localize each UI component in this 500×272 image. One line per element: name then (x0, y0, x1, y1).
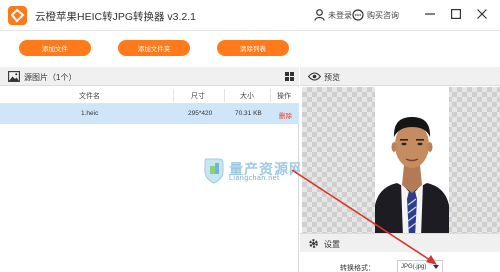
login-label: 未登录 (328, 10, 352, 20)
settings-header: 设置 (300, 233, 500, 252)
maximize-icon (451, 9, 461, 19)
close-button[interactable] (475, 6, 489, 22)
add-file-button[interactable]: 添加文件 (19, 40, 91, 56)
preview-title: 预览 (324, 73, 340, 82)
window-title: 云橙苹果HEIC转JPG转换器 v3.2.1 (35, 11, 197, 23)
preview-header: 预览 (300, 67, 500, 86)
format-label: 转换格式： (340, 265, 375, 272)
col-header-dimensions: 尺寸 (191, 93, 205, 100)
dropdown-arrow-icon (433, 265, 439, 269)
grid-view-icon[interactable] (285, 72, 294, 81)
title-bar: 云橙苹果HEIC转JPG转换器 v3.2.1 未登录 购买咨询 (0, 0, 500, 31)
image-icon (8, 71, 20, 82)
source-images-panel: 源图片（1个） 文件名 尺寸 大小 操作 1.heic 295*420 70.3… (0, 67, 303, 272)
app-logo-icon (8, 6, 27, 25)
col-header-size: 大小 (240, 93, 254, 100)
col-header-filename: 文件名 (79, 93, 100, 100)
settings-title: 设置 (324, 240, 340, 249)
chat-icon (352, 9, 364, 21)
purchase-label: 购买咨询 (367, 10, 399, 20)
maximize-button[interactable] (449, 6, 463, 22)
format-select[interactable]: JPG(.jpg) (397, 260, 443, 272)
user-icon (314, 9, 325, 21)
add-folder-button[interactable]: 添加文件夹 (118, 40, 190, 56)
minimize-icon (425, 13, 435, 15)
close-icon (477, 9, 487, 19)
preview-panel: 预览 设置 转换格式： JPG(.jpg) (300, 67, 500, 272)
format-value: JPG(.jpg) (401, 264, 427, 270)
gear-icon (309, 239, 318, 248)
table-row[interactable]: 1.heic 295*420 70.31 KB 删除 (0, 104, 299, 124)
watermark-logo-icon (204, 158, 224, 184)
clear-list-button[interactable]: 清除列表 (217, 40, 289, 56)
login-link[interactable]: 未登录 (314, 7, 352, 23)
minimize-button[interactable] (423, 6, 437, 22)
table-header: 文件名 尺寸 大小 操作 (0, 87, 299, 104)
source-panel-title: 源图片（1个） (24, 73, 77, 82)
cell-dimensions: 295*420 (188, 110, 213, 117)
cell-filesize: 70.31 KB (235, 110, 262, 117)
toolbar: 添加文件 添加文件夹 清除列表 (0, 31, 500, 65)
cell-filename: 1.heic (81, 110, 99, 117)
preview-image (375, 87, 449, 237)
purchase-link[interactable]: 购买咨询 (352, 7, 399, 23)
col-header-action: 操作 (277, 93, 291, 100)
preview-canvas (302, 87, 500, 237)
watermark-subtitle: Liangchan.net (229, 175, 280, 182)
eye-icon (308, 72, 321, 81)
source-panel-header: 源图片（1个） (0, 67, 299, 86)
delete-link[interactable]: 删除 (279, 110, 292, 120)
